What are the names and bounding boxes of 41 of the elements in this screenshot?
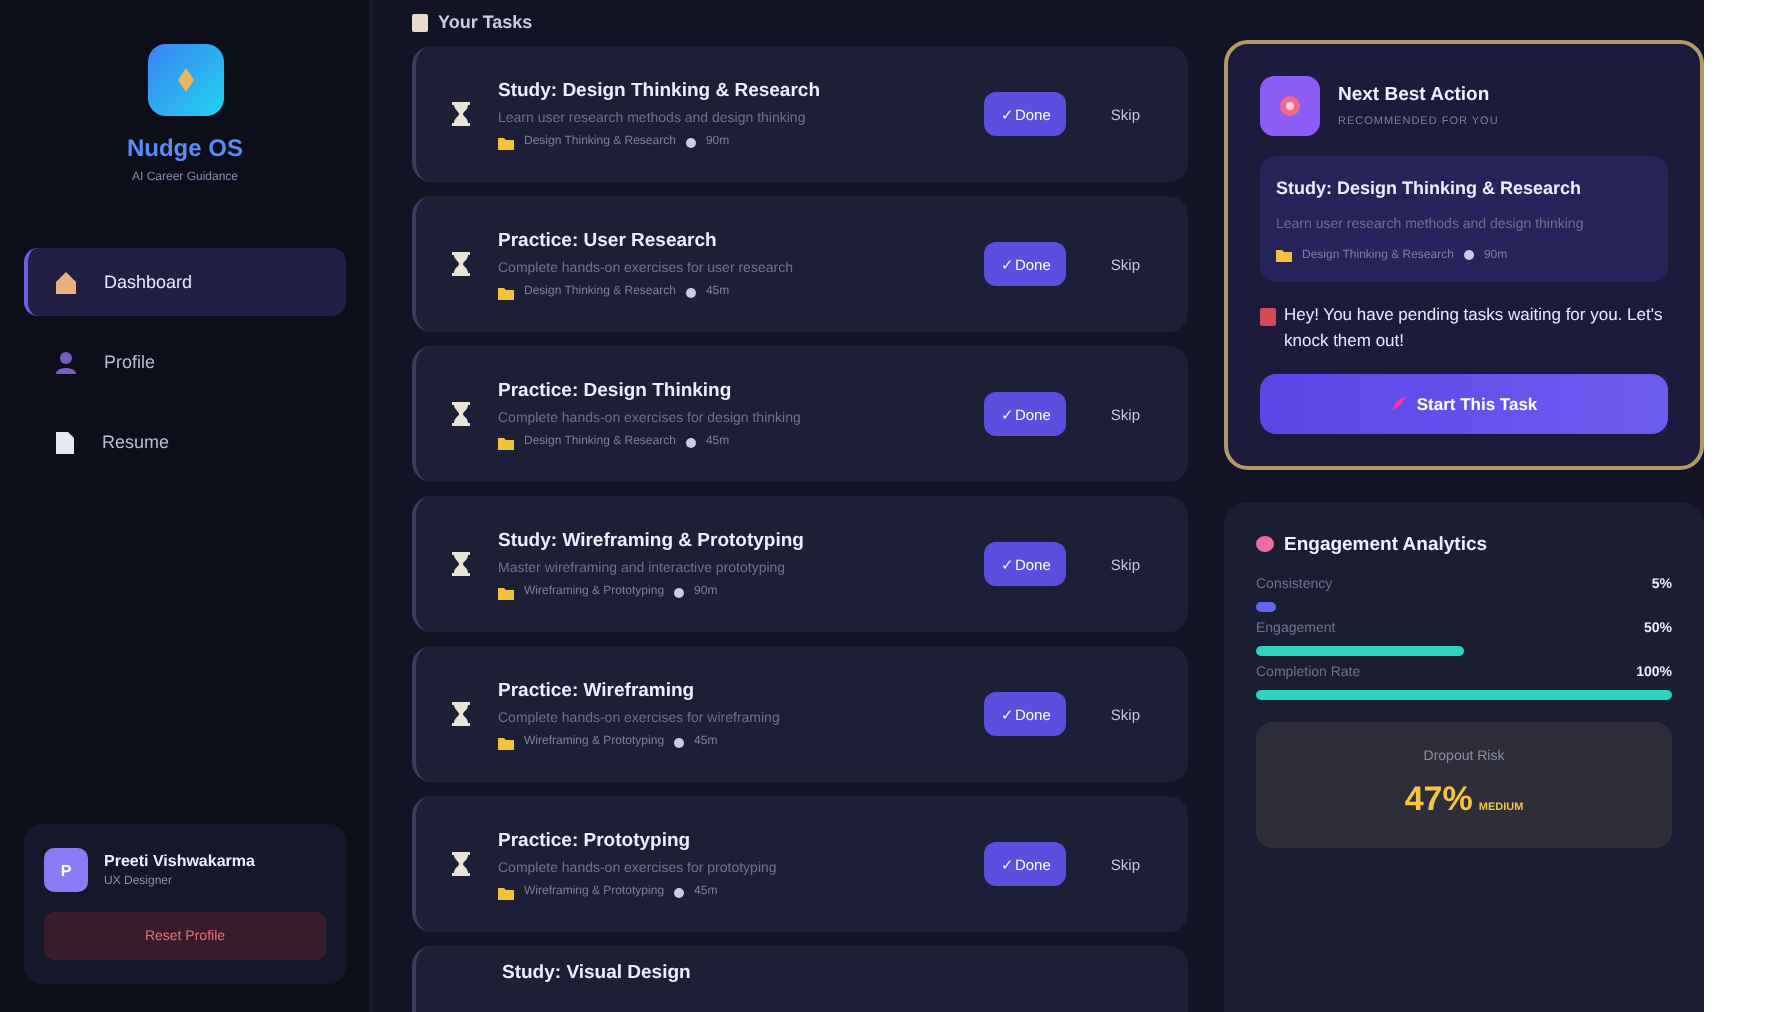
- document-icon: [56, 431, 74, 453]
- user-name: Preeti Vishwakarma: [104, 852, 255, 870]
- nav-label: Resume: [102, 432, 170, 452]
- folder-icon: [498, 735, 514, 749]
- nav-label: Dashboard: [104, 272, 193, 292]
- hourglass-icon: [452, 102, 470, 126]
- person-icon: [56, 351, 76, 373]
- target-icon: [1260, 76, 1320, 136]
- user-avatar: P: [44, 848, 88, 892]
- task-title: Practice: Prototyping: [498, 829, 693, 851]
- task-title: Practice: Design Thinking: [498, 379, 734, 401]
- folder-icon: [498, 435, 514, 449]
- task-title: Study: Design Thinking & Research: [498, 79, 822, 101]
- task-title: Study: Wireframing & Prototyping: [498, 529, 806, 551]
- house-icon: [56, 271, 76, 293]
- hourglass-icon: [452, 552, 470, 576]
- folder-icon: [498, 135, 514, 149]
- task-title: Practice: Wireframing: [498, 679, 697, 701]
- nudge-message: Hey! You have pending tasks waiting for you. Let's knock them out!: [1284, 302, 1665, 353]
- folder-icon: [1276, 248, 1292, 262]
- start-task-button[interactable]: Start This Task: [1260, 373, 1668, 433]
- risk-value: 47%: [1404, 779, 1473, 819]
- hourglass-icon: [452, 252, 470, 276]
- task-title: Study: Visual Design: [502, 962, 693, 984]
- card-title: Engagement Analytics: [1284, 533, 1488, 555]
- logo-icon: [147, 44, 223, 116]
- nav-item[interactable]: Dashboard: [24, 248, 346, 316]
- card-title: Next Best Action: [1338, 84, 1492, 106]
- folder-icon: [498, 885, 514, 899]
- task-title: Practice: User Research: [498, 229, 719, 251]
- nav-item[interactable]: Profile: [24, 328, 346, 396]
- hourglass-icon: [452, 852, 470, 876]
- nav-label: Profile: [104, 352, 156, 372]
- hourglass-icon: [452, 402, 470, 426]
- folder-icon: [498, 585, 514, 599]
- folder-icon: [498, 285, 514, 299]
- brand-name: Nudge OS: [124, 134, 245, 162]
- hourglass-icon: [452, 702, 470, 726]
- task-title: Study: Design Thinking & Research: [1276, 176, 1584, 202]
- nav-item[interactable]: Resume: [24, 408, 346, 476]
- section-title: Your Tasks: [438, 12, 533, 32]
